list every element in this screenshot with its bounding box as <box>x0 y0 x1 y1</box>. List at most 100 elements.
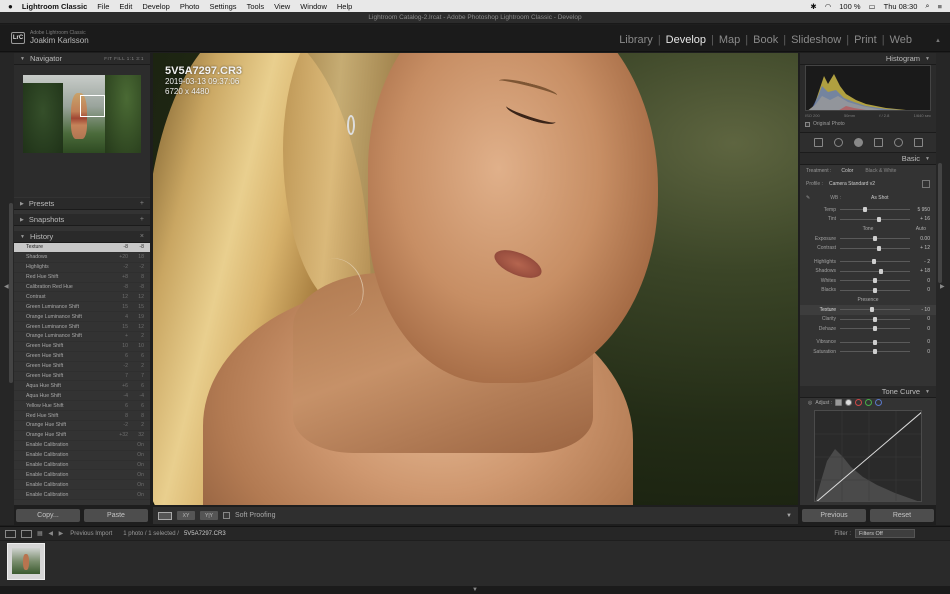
history-item[interactable]: Yellow Hue Shift 6 6 <box>14 401 150 412</box>
secondary-display-icon[interactable] <box>21 529 32 538</box>
slider-knob[interactable] <box>873 349 877 355</box>
target-adjust-icon[interactable]: ◎ <box>808 400 812 406</box>
menu-tools[interactable]: Tools <box>247 2 265 11</box>
treatment-bw-option[interactable]: Black & White <box>865 168 896 174</box>
slider-temp[interactable]: Temp 5 950 <box>800 205 936 215</box>
menu-app[interactable]: Lightroom Classic <box>22 2 87 11</box>
slider-value[interactable]: 5 950 <box>910 207 930 213</box>
slider-value[interactable]: 0 <box>910 326 930 332</box>
radial-filter-icon[interactable] <box>893 138 903 147</box>
tone-auto-button[interactable]: Auto <box>916 226 926 232</box>
rgb-channel-icon[interactable] <box>845 399 853 406</box>
left-scrollbar[interactable] <box>9 203 13 383</box>
image-view[interactable]: 5V5A7297.CR3 2019-03-13 09:37:06 6720 x … <box>153 53 798 505</box>
slider-track[interactable] <box>840 278 910 284</box>
search-icon[interactable]: ⌕ <box>925 1 929 11</box>
grid-nav-icon[interactable]: ▦ ◀ ▶ <box>37 530 65 537</box>
history-item[interactable]: Orange Luminance Shift +2 <box>14 332 150 342</box>
slider-value[interactable]: 0 <box>910 316 930 322</box>
left-panel-edge[interactable]: ◀ <box>0 53 14 525</box>
slider-value[interactable]: 0 <box>910 287 930 293</box>
add-preset-icon[interactable]: + <box>140 200 144 207</box>
slider-value[interactable]: - 2 <box>910 259 930 265</box>
history-item[interactable]: Green Luminance Shift 15 12 <box>14 322 150 333</box>
menu-photo[interactable]: Photo <box>180 2 200 11</box>
slider-shadows[interactable]: Shadows + 18 <box>800 267 936 277</box>
right-scrollbar[interactable] <box>938 163 942 283</box>
history-item[interactable]: Shadows +20 18 <box>14 253 150 263</box>
tone-curve-graph[interactable] <box>814 410 922 502</box>
reset-button[interactable]: Reset <box>870 509 934 522</box>
disclosure-triangle-icon[interactable]: ▼ <box>925 389 930 395</box>
navigator-zoom-options[interactable]: FIT FILL 1:1 3:1 <box>104 56 144 61</box>
history-item[interactable]: Enable Calibration On <box>14 441 150 451</box>
slider-dehaze[interactable]: Dehaze 0 <box>800 324 936 334</box>
history-item[interactable]: Contrast 12 12 <box>14 292 150 303</box>
paste-button[interactable]: Paste <box>84 509 148 522</box>
battery-percent[interactable]: 100 % <box>839 2 860 11</box>
history-item[interactable]: Orange Luminance Shift 4 19 <box>14 312 150 323</box>
slider-track[interactable] <box>840 236 910 242</box>
primary-display-icon[interactable] <box>5 529 16 538</box>
slider-highlights[interactable]: Highlights - 2 <box>800 257 936 267</box>
slider-blacks[interactable]: Blacks 0 <box>800 286 936 296</box>
histogram-header[interactable]: Histogram ▼ <box>800 53 936 65</box>
slider-texture[interactable]: Texture - 10 <box>800 305 936 315</box>
module-book[interactable]: Book <box>748 34 783 46</box>
before-after-split[interactable]: Y|Y <box>200 511 218 520</box>
filter-select[interactable]: Filters Off <box>855 529 915 538</box>
bluetooth-icon[interactable]: ✱ <box>810 2 816 11</box>
history-item[interactable]: Enable Calibration On <box>14 480 150 491</box>
history-item[interactable]: Orange Hue Shift -2 2 <box>14 421 150 431</box>
slider-knob[interactable] <box>878 268 883 274</box>
module-develop[interactable]: Develop <box>661 34 711 46</box>
history-item[interactable]: Red Hue Shift 8 8 <box>14 411 150 422</box>
soft-proofing-checkbox[interactable] <box>223 512 230 519</box>
clear-history-icon[interactable]: × <box>140 233 144 240</box>
histogram-graph[interactable] <box>805 65 931 111</box>
slider-knob[interactable] <box>873 316 877 322</box>
disclosure-triangle-icon[interactable]: ▼ <box>20 234 25 240</box>
slider-track[interactable] <box>840 207 910 213</box>
slider-knob[interactable] <box>873 326 877 332</box>
slider-value[interactable]: 0 <box>910 339 930 345</box>
history-item[interactable]: Highlights -2 -2 <box>14 263 150 273</box>
module-web[interactable]: Web <box>885 34 917 46</box>
history-item[interactable]: Calibration Red Hue -8 -8 <box>14 283 150 293</box>
slider-contrast[interactable]: Contrast + 12 <box>800 244 936 254</box>
slider-exposure[interactable]: Exposure 0.00 <box>800 234 936 244</box>
slider-saturation[interactable]: Saturation 0 <box>800 347 936 357</box>
menu-help[interactable]: Help <box>337 2 352 11</box>
crop-tool-icon[interactable] <box>813 138 823 147</box>
navigator-thumbnail[interactable] <box>23 75 141 153</box>
slider-knob[interactable] <box>873 236 877 242</box>
history-item[interactable]: Green Hue Shift -2 2 <box>14 362 150 372</box>
history-item[interactable]: Enable Calibration On <box>14 490 150 501</box>
slider-value[interactable]: + 16 <box>910 216 930 222</box>
basic-header[interactable]: Basic ▼ <box>800 153 936 165</box>
red-channel-icon[interactable] <box>855 399 863 406</box>
history-item[interactable]: Enable Calibration On <box>14 470 150 481</box>
slider-knob[interactable] <box>873 339 877 345</box>
slider-track[interactable] <box>840 307 910 313</box>
module-library[interactable]: Library <box>614 34 658 46</box>
collapse-top-panel-icon[interactable]: ▲ <box>935 38 941 44</box>
module-slideshow[interactable]: Slideshow <box>786 34 846 46</box>
tone-curve-header[interactable]: Tone Curve ▼ <box>800 386 936 398</box>
spot-removal-icon[interactable] <box>833 138 843 147</box>
history-item[interactable]: Green Luminance Shift 15 15 <box>14 302 150 313</box>
slider-whites[interactable]: Whites 0 <box>800 276 936 286</box>
wifi-icon[interactable]: ◠ <box>825 2 832 11</box>
history-item[interactable]: Aqua Hue Shift -4 -4 <box>14 391 150 402</box>
slider-value[interactable]: + 18 <box>910 268 930 274</box>
slider-value[interactable]: 0 <box>910 278 930 284</box>
slider-knob[interactable] <box>869 307 874 313</box>
menu-window[interactable]: Window <box>300 2 327 11</box>
slider-track[interactable] <box>840 268 910 274</box>
add-snapshot-icon[interactable]: + <box>140 216 144 223</box>
presets-header[interactable]: ▶ Presets + <box>14 198 150 210</box>
slider-tint[interactable]: Tint + 16 <box>800 215 936 225</box>
menu-edit[interactable]: Edit <box>119 2 132 11</box>
module-print[interactable]: Print <box>849 34 882 46</box>
history-item[interactable]: Texture -8 -8 <box>14 243 150 253</box>
